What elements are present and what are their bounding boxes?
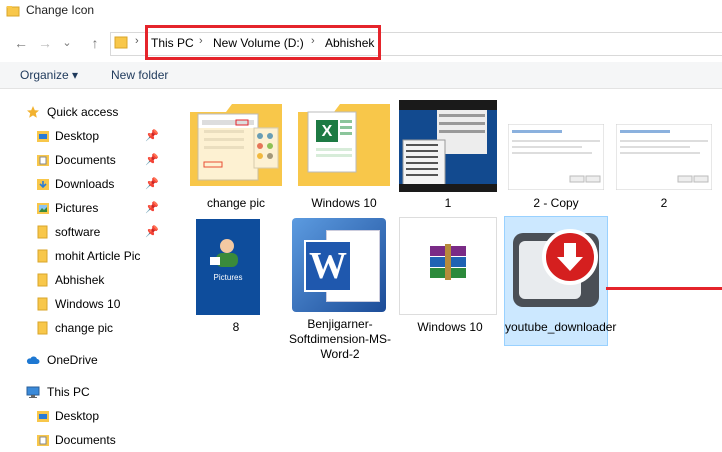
folder-icon (190, 104, 282, 186)
sidebar-item-label: Desktop (55, 409, 100, 423)
sidebar-item-software[interactable]: software 📌 (0, 220, 170, 244)
annotation-arrow-line (606, 287, 722, 290)
sidebar-item-label: change pic (55, 321, 114, 335)
sidebar-item-desktop-pc[interactable]: Desktop (0, 404, 170, 428)
file-name: 1 (444, 196, 452, 210)
pin-icon[interactable]: 📌 (145, 201, 159, 214)
winrar-thumbnail (399, 217, 497, 315)
back-button[interactable]: ← (12, 34, 30, 52)
excel-folder-icon: X (298, 104, 390, 186)
navigation-pane: Quick access Desktop 📌 Documents 📌 Downl… (0, 95, 170, 447)
sidebar-item-label: This PC (47, 385, 90, 399)
sidebar-item-label: mohit Article Pic (55, 249, 141, 263)
sidebar-item-mohit-article-pic[interactable]: mohit Article Pic (0, 244, 170, 268)
pictures-folder-icon (37, 203, 49, 214)
tv-download-icon (513, 229, 599, 307)
desktop-screenshot-thumbnail (399, 100, 497, 192)
dialog-screenshot-thumbnail (616, 124, 712, 190)
documents-folder-icon (37, 155, 49, 166)
sidebar-item-label: Documents (55, 433, 116, 447)
folder-icon (37, 273, 48, 287)
sidebar-item-windows-10[interactable]: Windows 10 (0, 292, 170, 316)
pin-icon[interactable]: 📌 (145, 177, 159, 190)
annotation-highlight-box (145, 25, 381, 60)
dialog-screenshot-thumbnail (508, 124, 604, 190)
file-name: youtube_downloader (505, 320, 617, 334)
file-name: Windows 10 (311, 196, 377, 210)
up-button[interactable]: ↑ (86, 34, 104, 52)
winrar-books-icon (430, 244, 466, 280)
file-name: Benjigarner-Softdimension-MS-Word-2 (288, 317, 392, 361)
sidebar-item-label: Pictures (55, 201, 99, 215)
folder-icon (37, 225, 48, 239)
breadcrumb-separator: › (135, 35, 139, 47)
file-name: 2 - Copy (533, 196, 579, 210)
sidebar-item-documents-pc[interactable]: Documents (0, 428, 170, 452)
sidebar-item-label: Quick access (47, 105, 119, 119)
command-bar (0, 62, 722, 89)
sidebar-item-abhishek[interactable]: Abhishek (0, 268, 170, 292)
sidebar-item-label: OneDrive (47, 353, 98, 367)
sidebar-item-documents[interactable]: Documents 📌 (0, 148, 170, 172)
folder-icon (37, 249, 48, 263)
word-letter-icon: W (304, 240, 352, 292)
youtube-downloader-icon (509, 221, 603, 315)
sidebar-item-label: software (55, 225, 101, 239)
downloads-folder-icon (37, 179, 49, 190)
forward-button[interactable]: → (36, 34, 54, 52)
sidebar-item-pictures[interactable]: Pictures 📌 (0, 196, 170, 220)
sidebar-item-onedrive[interactable]: OneDrive (0, 348, 170, 372)
recent-dropdown-button[interactable]: ⌄ (58, 34, 76, 52)
sidebar-item-desktop[interactable]: Desktop 📌 (0, 124, 170, 148)
folder-icon (6, 6, 20, 17)
file-name: 8 (232, 320, 240, 334)
file-list: change pic X Windows 10 1 2 - Copy 2 Pic… (178, 92, 722, 437)
svg-text:X: X (322, 123, 333, 140)
organize-button[interactable]: Organize ▾ (20, 68, 78, 82)
folder-icon (37, 321, 48, 335)
sidebar-item-downloads[interactable]: Downloads 📌 (0, 172, 170, 196)
documents-folder-icon (37, 435, 49, 446)
user-pictures-icon (210, 239, 238, 267)
file-name: Windows 10 (417, 320, 483, 334)
pictures-shortcut-thumbnail: Pictures (196, 219, 260, 315)
pin-icon[interactable]: 📌 (145, 225, 159, 238)
pin-icon[interactable]: 📌 (145, 129, 159, 142)
folder-icon (37, 297, 48, 311)
file-name: change pic (206, 196, 266, 210)
sidebar-item-change-pic[interactable]: change pic (0, 316, 170, 340)
sidebar-item-label: Windows 10 (55, 297, 121, 311)
desktop-folder-icon (37, 131, 49, 142)
sidebar-item-quick-access[interactable]: Quick access (0, 100, 170, 124)
title-bar (0, 0, 722, 22)
file-tile-youtube-downloader[interactable]: youtube_downloader (504, 216, 617, 346)
computer-icon (26, 386, 40, 398)
window-title: Change Icon (26, 3, 95, 17)
star-icon (27, 106, 39, 118)
sidebar-item-label: Documents (55, 153, 116, 167)
sidebar-item-label: Downloads (55, 177, 115, 191)
word-document-icon: W (292, 218, 386, 312)
file-name: 2 (660, 196, 668, 210)
desktop-folder-icon (37, 411, 49, 422)
sidebar-item-this-pc[interactable]: This PC (0, 380, 170, 404)
folder-icon (114, 36, 128, 49)
thumbnail-caption: Pictures (213, 273, 243, 282)
cloud-icon (26, 356, 40, 364)
sidebar-item-label: Abhishek (55, 273, 105, 287)
pin-icon[interactable]: 📌 (145, 153, 159, 166)
sidebar-item-label: Desktop (55, 129, 100, 143)
new-folder-button[interactable]: New folder (111, 68, 168, 82)
